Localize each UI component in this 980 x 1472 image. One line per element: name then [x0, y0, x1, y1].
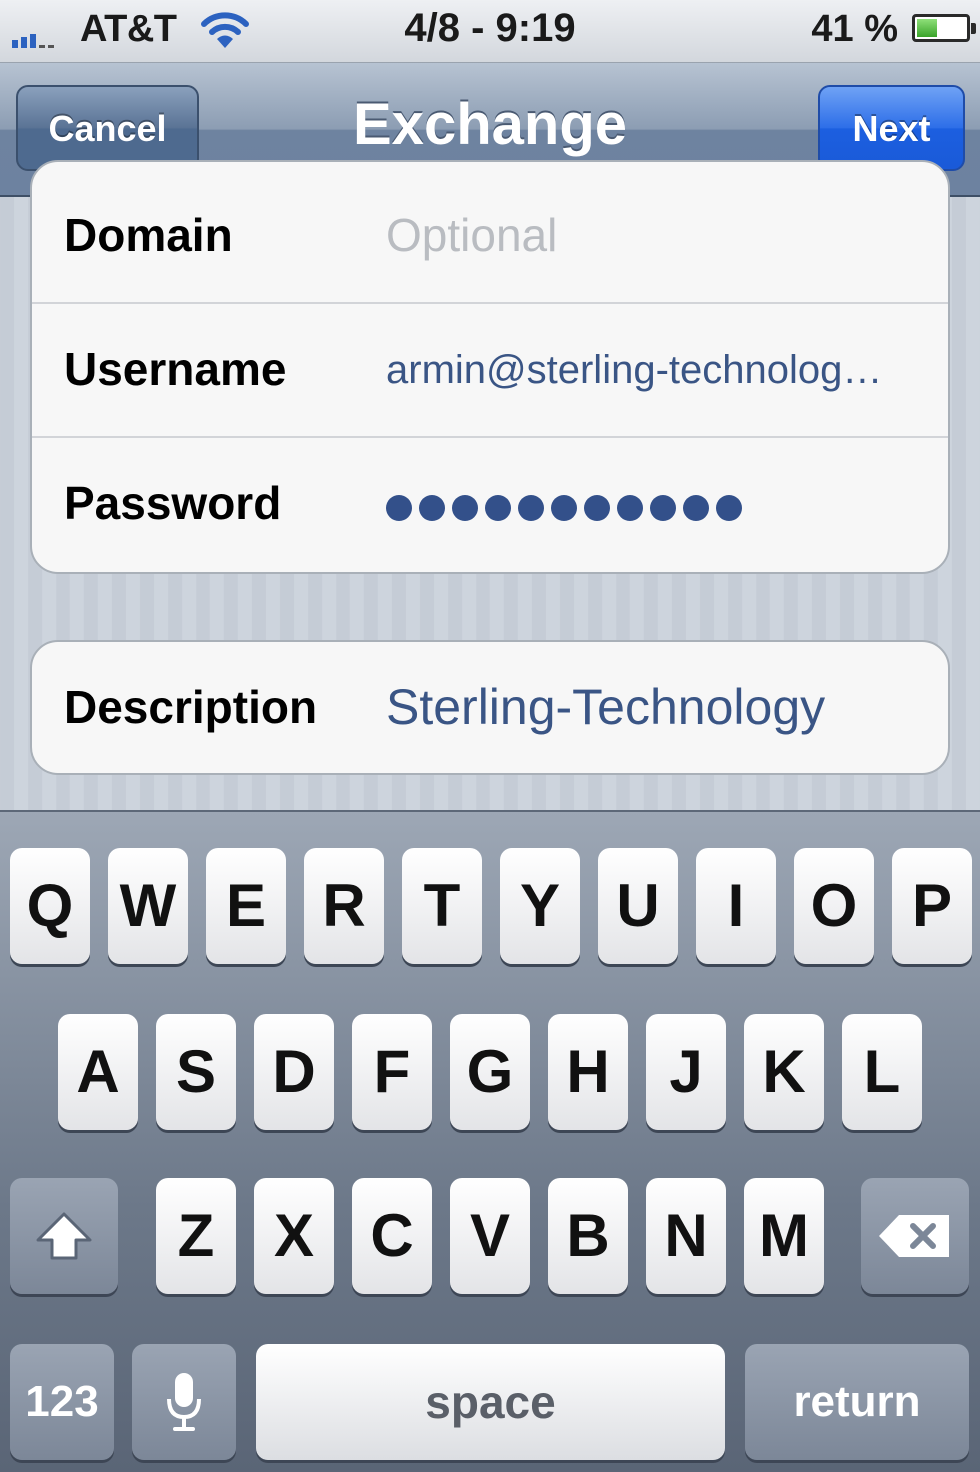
battery-percent: 41 % [811, 8, 898, 50]
key-d[interactable]: D [254, 1014, 334, 1130]
domain-field[interactable]: Optional [386, 208, 918, 262]
password-dot [452, 495, 478, 521]
key-u[interactable]: U [598, 848, 678, 964]
status-bar: AT&T 4/8 - 9:19 41 % [0, 0, 980, 63]
domain-label: Domain [64, 209, 233, 261]
key-x[interactable]: X [254, 1178, 334, 1294]
space-key[interactable]: space [256, 1344, 725, 1460]
key-o[interactable]: O [794, 848, 874, 964]
description-row[interactable]: Description Sterling-Technology [32, 642, 948, 773]
key-y[interactable]: Y [500, 848, 580, 964]
battery-icon [912, 14, 976, 42]
key-j[interactable]: J [646, 1014, 726, 1130]
password-dot [386, 495, 412, 521]
keyboard: QWERTYUIOP ASDFGHJKL ZXCVBNM 123 space r… [0, 810, 980, 1472]
shift-icon [36, 1212, 92, 1260]
key-g[interactable]: G [450, 1014, 530, 1130]
password-dot [650, 495, 676, 521]
account-fields-group: Domain Optional Username armin@sterling-… [30, 160, 950, 574]
key-q[interactable]: Q [10, 848, 90, 964]
password-field[interactable] [386, 495, 742, 521]
password-label: Password [64, 477, 282, 529]
key-c[interactable]: C [352, 1178, 432, 1294]
key-p[interactable]: P [892, 848, 972, 964]
description-group: Description Sterling-Technology [30, 640, 950, 775]
password-dot [518, 495, 544, 521]
key-a[interactable]: A [58, 1014, 138, 1130]
username-field[interactable]: armin@sterling-technolog… [386, 348, 918, 393]
key-m[interactable]: M [744, 1178, 824, 1294]
domain-row[interactable]: Domain Optional [32, 162, 948, 304]
key-w[interactable]: W [108, 848, 188, 964]
description-field[interactable]: Sterling-Technology [386, 678, 918, 736]
return-key[interactable]: return [745, 1344, 969, 1460]
password-dot [716, 495, 742, 521]
password-dot [551, 495, 577, 521]
key-f[interactable]: F [352, 1014, 432, 1130]
backspace-key[interactable] [861, 1178, 969, 1294]
password-dot [419, 495, 445, 521]
password-row[interactable]: Password [32, 438, 948, 572]
key-h[interactable]: H [548, 1014, 628, 1130]
microphone-icon [167, 1373, 201, 1431]
key-s[interactable]: S [156, 1014, 236, 1130]
key-b[interactable]: B [548, 1178, 628, 1294]
numbers-key[interactable]: 123 [10, 1344, 114, 1460]
username-row[interactable]: Username armin@sterling-technolog… [32, 304, 948, 438]
password-dot [584, 495, 610, 521]
dictation-key[interactable] [132, 1344, 236, 1460]
description-label: Description [64, 681, 318, 733]
key-e[interactable]: E [206, 848, 286, 964]
key-l[interactable]: L [842, 1014, 922, 1130]
password-dot [683, 495, 709, 521]
password-dot [617, 495, 643, 521]
key-r[interactable]: R [304, 848, 384, 964]
password-dot [485, 495, 511, 521]
next-button[interactable]: Next [818, 85, 965, 171]
key-v[interactable]: V [450, 1178, 530, 1294]
key-k[interactable]: K [744, 1014, 824, 1130]
key-t[interactable]: T [402, 848, 482, 964]
key-i[interactable]: I [696, 848, 776, 964]
key-n[interactable]: N [646, 1178, 726, 1294]
backspace-icon [879, 1215, 949, 1257]
key-z[interactable]: Z [156, 1178, 236, 1294]
shift-key[interactable] [10, 1178, 118, 1294]
username-label: Username [64, 343, 287, 395]
